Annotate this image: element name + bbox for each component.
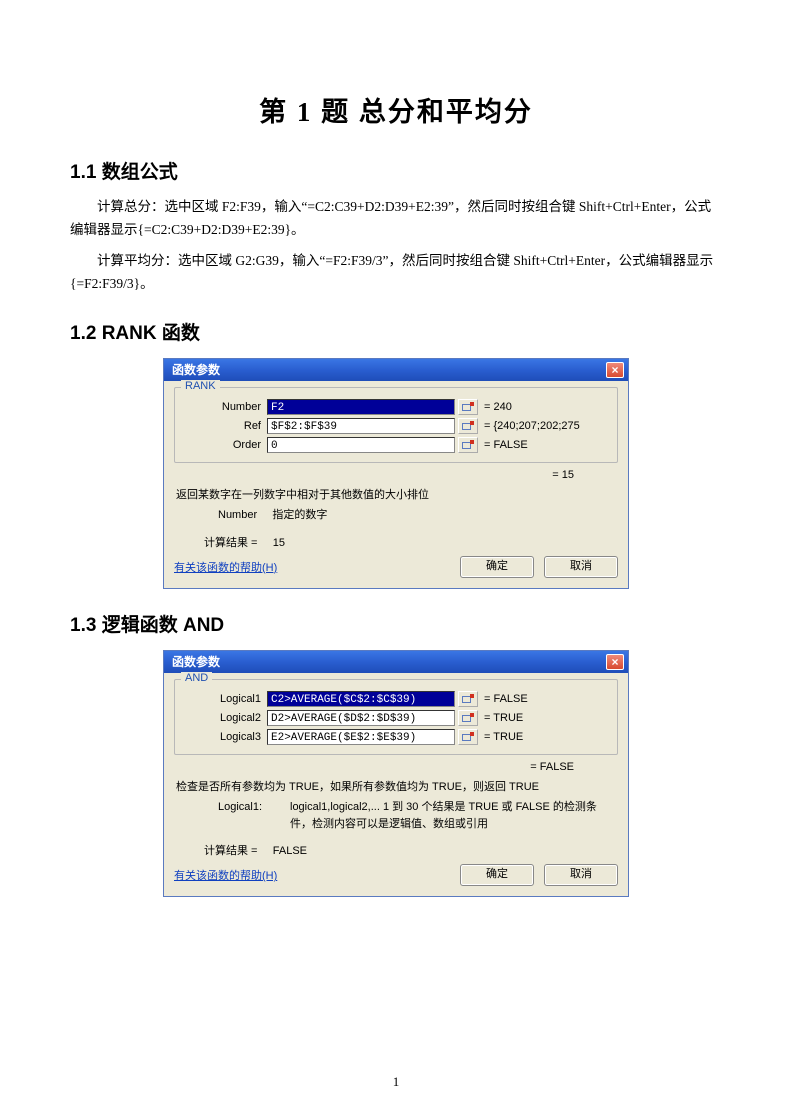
- label-number: Number: [183, 401, 267, 413]
- input-ref[interactable]: $F$2:$F$39: [267, 418, 455, 434]
- rank-arg-desc: 指定的数字: [272, 509, 327, 521]
- dialog-titlebar[interactable]: 函数参数 ×: [164, 359, 628, 381]
- dialog-titlebar[interactable]: 函数参数 ×: [164, 651, 628, 673]
- ref-edit-icon[interactable]: [458, 710, 478, 726]
- help-link[interactable]: 有关该函数的帮助(H): [174, 559, 277, 575]
- rank-arg-name: Number: [218, 509, 257, 521]
- ok-button[interactable]: 确定: [460, 864, 534, 886]
- result-label: 计算结果 =: [204, 845, 257, 857]
- heading-1-1: 1.1 数组公式: [70, 157, 722, 184]
- close-icon[interactable]: ×: [606, 654, 624, 670]
- close-icon[interactable]: ×: [606, 362, 624, 378]
- result-number: = 240: [484, 401, 512, 413]
- result-logical1: = FALSE: [484, 693, 528, 705]
- and-arg-name: Logical1:: [218, 799, 280, 832]
- result-logical3: = TRUE: [484, 731, 523, 743]
- dialog-title-text: 函数参数: [172, 359, 220, 381]
- input-logical3[interactable]: E2>AVERAGE($E$2:$E$39): [267, 729, 455, 745]
- input-logical1[interactable]: C2>AVERAGE($C$2:$C$39): [267, 691, 455, 707]
- cancel-button[interactable]: 取消: [544, 864, 618, 886]
- ref-edit-icon[interactable]: [458, 418, 478, 434]
- result-label: 计算结果 =: [204, 537, 257, 549]
- result-logical2: = TRUE: [484, 712, 523, 724]
- label-order: Order: [183, 439, 267, 451]
- group-label-rank: RANK: [181, 380, 220, 392]
- paragraph-sum: 计算总分：选中区域 F2:F39，输入“=C2:C39+D2:D39+E2:39…: [70, 196, 722, 242]
- and-description: 检查是否所有参数均为 TRUE，如果所有参数值均为 TRUE，则返回 TRUE: [176, 779, 618, 796]
- input-logical2[interactable]: D2>AVERAGE($D$2:$D$39): [267, 710, 455, 726]
- overall-result: = FALSE: [174, 761, 574, 773]
- page-title: 第 1 题 总分和平均分: [70, 90, 722, 129]
- rank-description: 返回某数字在一列数字中相对于其他数值的大小排位: [176, 487, 618, 504]
- heading-1-2: 1.2 RANK 函数: [70, 318, 722, 345]
- ok-button[interactable]: 确定: [460, 556, 534, 578]
- label-logical3: Logical3: [183, 731, 267, 743]
- overall-result: = 15: [174, 469, 574, 481]
- result-value: 15: [273, 537, 285, 549]
- cancel-button[interactable]: 取消: [544, 556, 618, 578]
- dialog-title-text: 函数参数: [172, 651, 220, 673]
- ref-edit-icon[interactable]: [458, 691, 478, 707]
- ref-edit-icon[interactable]: [458, 437, 478, 453]
- ref-edit-icon[interactable]: [458, 729, 478, 745]
- dialog-and: 函数参数 × AND Logical1 C2>AVERAGE($C$2:$C$3…: [164, 651, 628, 897]
- and-arg-desc: logical1,logical2,... 1 到 30 个结果是 TRUE 或…: [290, 799, 600, 832]
- label-logical1: Logical1: [183, 693, 267, 705]
- heading-1-3: 1.3 逻辑函数 AND: [70, 610, 722, 637]
- group-label-and: AND: [181, 672, 212, 684]
- result-ref: = {240;207;202;275: [484, 420, 580, 432]
- result-order: = FALSE: [484, 439, 528, 451]
- label-ref: Ref: [183, 420, 267, 432]
- result-value: FALSE: [273, 845, 307, 857]
- help-link[interactable]: 有关该函数的帮助(H): [174, 867, 277, 883]
- page-number: 1: [0, 1074, 792, 1090]
- input-order[interactable]: 0: [267, 437, 455, 453]
- dialog-rank: 函数参数 × RANK Number F2 = 240 Ref $F$2:$F$…: [164, 359, 628, 588]
- input-number[interactable]: F2: [267, 399, 455, 415]
- paragraph-avg: 计算平均分：选中区域 G2:G39，输入“=F2:F39/3”，然后同时按组合键…: [70, 250, 722, 296]
- label-logical2: Logical2: [183, 712, 267, 724]
- ref-edit-icon[interactable]: [458, 399, 478, 415]
